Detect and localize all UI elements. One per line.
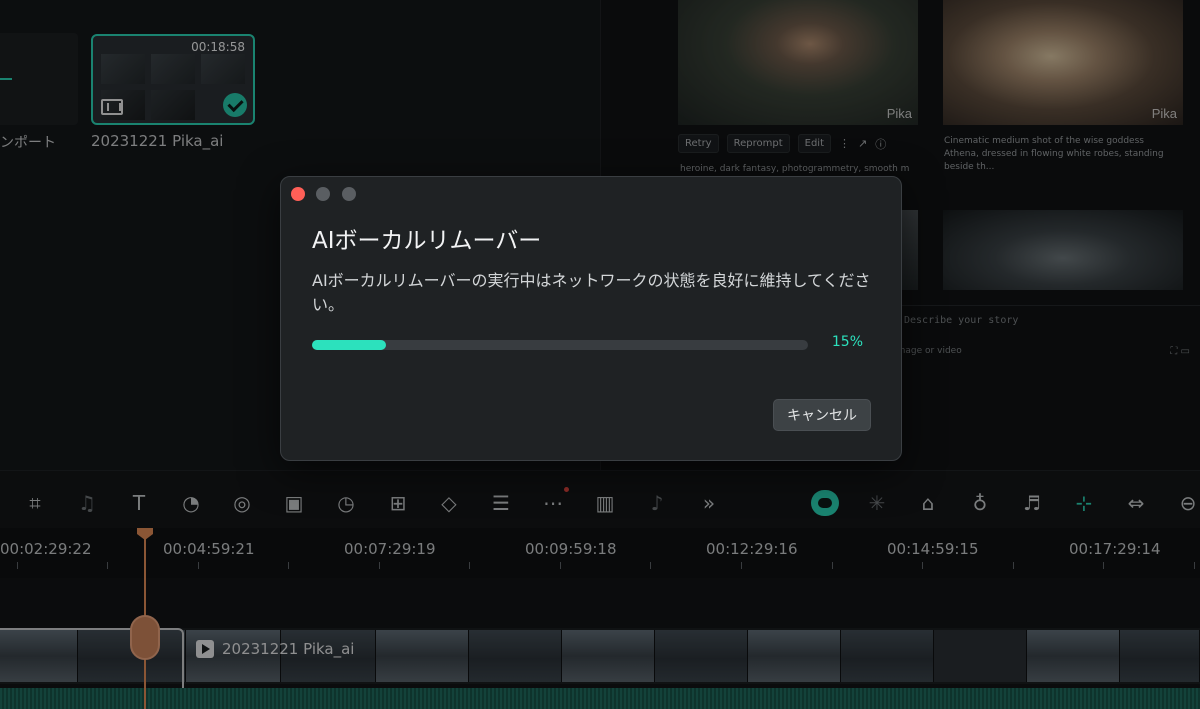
timer-icon[interactable]: ◷ xyxy=(333,490,359,516)
more-icon[interactable]: ⋮ xyxy=(839,137,850,150)
text-icon[interactable]: T xyxy=(126,490,152,516)
fit-icon[interactable]: ⇔ xyxy=(1123,490,1149,516)
clip-thumbnail-frame xyxy=(151,54,195,84)
ruler-tick xyxy=(379,562,380,569)
clip-thumbnail-frame xyxy=(101,54,145,84)
adjust-icon[interactable]: ☰ xyxy=(488,490,514,516)
ruler-tick xyxy=(1103,562,1104,569)
ruler-tick xyxy=(1194,562,1195,569)
loading-icon[interactable]: ✳ xyxy=(864,490,890,516)
pika-watermark: Pika xyxy=(886,106,912,121)
ruler-tick xyxy=(1013,562,1014,569)
expand-icon[interactable]: ⛶ ▭ xyxy=(1170,346,1190,357)
dialog-message: AIボーカルリムーバーの実行中はネットワークの状態を良好に維持してください。 xyxy=(312,271,871,314)
clip-thumbnail-frame xyxy=(151,90,195,120)
track-thumbnail xyxy=(934,630,1027,682)
timecode-label: 00:07:29:19 xyxy=(344,540,436,558)
play-icon xyxy=(196,640,214,658)
brackets-icon[interactable]: ⋯ xyxy=(540,490,566,516)
ruler-tick xyxy=(832,562,833,569)
story-placeholder: Describe your story xyxy=(904,315,1019,326)
ruler-tick xyxy=(17,562,18,569)
import-label: ンポート xyxy=(0,135,56,151)
progress-percent: 15% xyxy=(831,334,863,350)
ruler-tick xyxy=(469,562,470,569)
clip-duration: 00:18:58 xyxy=(191,40,245,54)
track-thumbnail xyxy=(748,630,841,682)
media-clip-card[interactable]: 00:18:58 xyxy=(91,34,255,125)
track-thumbnail xyxy=(1027,630,1120,682)
snap-icon[interactable]: ⊹ xyxy=(1071,490,1097,516)
ruler-tick xyxy=(288,562,289,569)
cancel-button[interactable]: キャンセル xyxy=(773,399,871,431)
timecode-label: 00:14:59:15 xyxy=(887,540,979,558)
track-thumbnail xyxy=(562,630,655,682)
track-clip-name: 20231221 Pika_ai xyxy=(222,640,355,658)
pika-watermark: Pika xyxy=(1151,106,1177,121)
maximize-window-button[interactable] xyxy=(342,187,356,201)
speed-icon[interactable]: ◔ xyxy=(178,490,204,516)
track-thumbnail xyxy=(841,630,934,682)
focus-icon[interactable]: ⊞ xyxy=(385,490,411,516)
progress-bar-fill xyxy=(312,340,387,350)
dialog-title: AIボーカルリムーバー xyxy=(312,228,542,254)
clip-thumbnail-frame xyxy=(201,54,245,84)
generated-image-warrior[interactable]: Pika xyxy=(678,0,918,125)
film-icon xyxy=(101,99,123,115)
notification-dot xyxy=(564,487,569,492)
minimize-window-button[interactable] xyxy=(316,187,330,201)
timecode-label: 00:17:29:14 xyxy=(1069,540,1161,558)
microphone-icon[interactable]: ♁ xyxy=(967,490,993,516)
story-input[interactable]: Describe your story Image or video ⛶ ▭ xyxy=(880,305,1200,365)
playhead-grip[interactable] xyxy=(130,615,160,660)
generation-actions: Retry Reprompt Edit ⋮ ↗ ⓘ xyxy=(678,134,886,153)
music-note-icon[interactable]: ♪ xyxy=(644,490,670,516)
track-thumbnail xyxy=(469,630,562,682)
timecode-label: 00:12:29:16 xyxy=(706,540,798,558)
generated-image-coast[interactable] xyxy=(943,210,1183,290)
music-list-icon[interactable]: ♬ xyxy=(1019,490,1045,516)
track-thumbnail xyxy=(376,630,469,682)
waveform-icon[interactable]: ▥ xyxy=(592,490,618,516)
color-palette-icon[interactable]: ◎ xyxy=(229,490,255,516)
prompt-text: heroine, dark fantasy, photogrammetry, s… xyxy=(680,164,910,174)
ruler-tick xyxy=(741,562,742,569)
more-tools-icon[interactable]: » xyxy=(696,490,722,516)
reprompt-button[interactable]: Reprompt xyxy=(726,134,790,153)
ai-assistant-icon[interactable] xyxy=(811,490,839,516)
timecode-label: 00:09:59:18 xyxy=(525,540,617,558)
import-tile[interactable] xyxy=(0,33,78,125)
ruler-tick xyxy=(107,562,108,569)
attach-media-button[interactable]: Image or video xyxy=(894,346,962,356)
close-window-button[interactable] xyxy=(291,187,305,201)
track-thumbnail xyxy=(655,630,748,682)
media-clip-name: 20231221 Pika_ai xyxy=(91,132,224,150)
crop-icon[interactable]: ⌗ xyxy=(22,490,48,516)
progress-bar xyxy=(312,340,808,350)
keyframe-icon[interactable]: ◇ xyxy=(436,490,462,516)
ruler-tick xyxy=(650,562,651,569)
retry-button[interactable]: Retry xyxy=(678,134,719,153)
track-thumbnail xyxy=(1120,630,1200,682)
check-icon xyxy=(223,93,247,117)
ruler-tick xyxy=(560,562,561,569)
ruler-tick xyxy=(922,562,923,569)
audio-waveform[interactable] xyxy=(0,688,1200,709)
image-frame-icon[interactable]: ▣ xyxy=(281,490,307,516)
audio-icon[interactable]: ♫ xyxy=(74,490,100,516)
generated-image-goddess[interactable]: Pika xyxy=(943,0,1183,125)
timecode-label: 00:04:59:21 xyxy=(163,540,255,558)
timecode-label: 00:02:29:22 xyxy=(0,540,92,558)
share-icon[interactable]: ↗ xyxy=(858,137,867,150)
ruler-tick xyxy=(198,562,199,569)
prompt-text: Cinematic medium shot of the wise goddes… xyxy=(944,136,1164,172)
info-icon[interactable]: ⓘ xyxy=(875,136,886,152)
zoom-out-icon[interactable]: ⊖ xyxy=(1175,490,1200,516)
marker-icon[interactable]: ⌂ xyxy=(915,490,941,516)
edit-button[interactable]: Edit xyxy=(797,134,832,153)
vocal-remover-dialog: AIボーカルリムーバー AIボーカルリムーバーの実行中はネットワークの状態を良好… xyxy=(280,176,902,461)
